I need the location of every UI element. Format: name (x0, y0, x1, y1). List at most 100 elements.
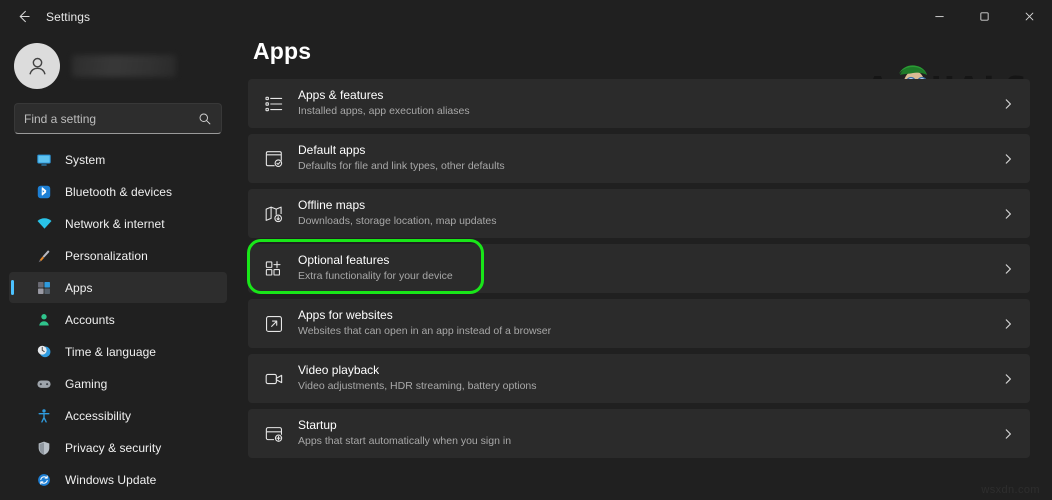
main-content: Apps A PUALS (236, 33, 1052, 500)
card-text: Apps for websites Websites that can open… (298, 308, 551, 339)
sidebar-item-network-internet[interactable]: Network & internet (9, 208, 227, 239)
map-download-icon (263, 203, 285, 225)
card-text: Video playback Video adjustments, HDR st… (298, 363, 537, 394)
card-text: Offline maps Downloads, storage location… (298, 198, 496, 229)
sidebar-item-label: Accounts (65, 313, 115, 327)
search-icon (198, 112, 212, 126)
sidebar-item-label: Gaming (65, 377, 107, 391)
search-input[interactable] (24, 112, 198, 126)
gamepad-icon (35, 375, 53, 393)
chevron-right-icon[interactable] (1002, 208, 1014, 220)
settings-window: Settings (0, 0, 1052, 500)
settings-card-default-apps[interactable]: Default apps Defaults for file and link … (248, 134, 1030, 183)
card-text: Default apps Defaults for file and link … (298, 143, 505, 174)
sidebar-item-label: System (65, 153, 105, 167)
sidebar-item-accessibility[interactable]: Accessibility (9, 400, 227, 431)
open-external-icon (263, 313, 285, 335)
sidebar-item-bluetooth-devices[interactable]: Bluetooth & devices (9, 176, 227, 207)
card-text: Apps & features Installed apps, app exec… (298, 88, 470, 119)
window-check-icon (263, 148, 285, 170)
chevron-right-icon[interactable] (1002, 373, 1014, 385)
apps-grid-icon (35, 279, 53, 297)
back-arrow-icon (16, 9, 31, 24)
sidebar-item-apps[interactable]: Apps (9, 272, 227, 303)
sidebar-item-privacy-security[interactable]: Privacy & security (9, 432, 227, 463)
grid-plus-icon (263, 258, 285, 280)
minimize-button[interactable] (917, 0, 962, 33)
chevron-right-icon[interactable] (1002, 428, 1014, 440)
settings-card-optional-features[interactable]: Optional features Extra functionality fo… (248, 244, 1030, 293)
card-subtitle: Websites that can open in an app instead… (298, 324, 551, 339)
card-title: Offline maps (298, 198, 496, 213)
sidebar-item-system[interactable]: System (9, 144, 227, 175)
sidebar-item-personalization[interactable]: Personalization (9, 240, 227, 271)
wifi-icon (35, 215, 53, 233)
sidebar-item-label: Network & internet (65, 217, 165, 231)
settings-card-offline-maps[interactable]: Offline maps Downloads, storage location… (248, 189, 1030, 238)
close-button[interactable] (1007, 0, 1052, 33)
sidebar-item-accounts[interactable]: Accounts (9, 304, 227, 335)
card-text: Startup Apps that start automatically wh… (298, 418, 511, 449)
title-bar: Settings (0, 0, 1052, 33)
clock-globe-icon (35, 343, 53, 361)
list-bullets-icon (263, 93, 285, 115)
card-subtitle: Defaults for file and link types, other … (298, 159, 505, 174)
accessibility-icon (35, 407, 53, 425)
paintbrush-icon (35, 247, 53, 265)
minimize-icon (934, 11, 945, 22)
window-plus-icon (263, 423, 285, 445)
sidebar-item-label: Privacy & security (65, 441, 161, 455)
card-title: Default apps (298, 143, 505, 158)
sidebar-item-label: Accessibility (65, 409, 131, 423)
person-icon (35, 311, 53, 329)
card-title: Apps for websites (298, 308, 551, 323)
settings-card-list: Apps & features Installed apps, app exec… (248, 79, 1030, 458)
sidebar-item-windows-update[interactable]: Windows Update (9, 464, 227, 495)
person-avatar-icon (24, 53, 51, 80)
body-split: System Bluetooth & devices (0, 33, 1052, 500)
sidebar-item-label: Windows Update (65, 473, 156, 487)
sidebar-item-label: Bluetooth & devices (65, 185, 172, 199)
video-camera-icon (263, 368, 285, 390)
maximize-icon (979, 11, 990, 22)
caption-buttons (917, 0, 1052, 33)
sidebar-item-time-language[interactable]: Time & language (9, 336, 227, 367)
search-box[interactable] (14, 103, 222, 134)
card-subtitle: Installed apps, app execution aliases (298, 104, 470, 119)
card-title: Video playback (298, 363, 537, 378)
settings-card-apps-for-websites[interactable]: Apps for websites Websites that can open… (248, 299, 1030, 348)
sidebar-item-label: Time & language (65, 345, 156, 359)
account-row[interactable] (9, 35, 227, 97)
maximize-button[interactable] (962, 0, 1007, 33)
chevron-right-icon[interactable] (1002, 98, 1014, 110)
card-title: Startup (298, 418, 511, 433)
sidebar-nav: System Bluetooth & devices (9, 144, 227, 495)
bluetooth-icon (35, 183, 53, 201)
card-text: Optional features Extra functionality fo… (298, 253, 453, 284)
back-button[interactable] (6, 4, 40, 30)
avatar (14, 43, 60, 89)
card-subtitle: Downloads, storage location, map updates (298, 214, 496, 229)
settings-card-startup[interactable]: Startup Apps that start automatically wh… (248, 409, 1030, 458)
sidebar-item-gaming[interactable]: Gaming (9, 368, 227, 399)
settings-card-video-playback[interactable]: Video playback Video adjustments, HDR st… (248, 354, 1030, 403)
card-subtitle: Extra functionality for your device (298, 269, 453, 284)
shield-icon (35, 439, 53, 457)
window-title: Settings (46, 10, 90, 24)
sidebar-item-label: Personalization (65, 249, 148, 263)
chevron-right-icon[interactable] (1002, 318, 1014, 330)
sidebar-item-label: Apps (65, 281, 93, 295)
chevron-right-icon[interactable] (1002, 153, 1014, 165)
close-icon (1024, 11, 1035, 22)
card-subtitle: Video adjustments, HDR streaming, batter… (298, 379, 537, 394)
card-subtitle: Apps that start automatically when you s… (298, 434, 511, 449)
update-refresh-icon (35, 471, 53, 489)
card-title: Optional features (298, 253, 453, 268)
chevron-right-icon[interactable] (1002, 263, 1014, 275)
account-name-redacted (72, 55, 176, 77)
card-title: Apps & features (298, 88, 470, 103)
sidebar: System Bluetooth & devices (0, 33, 236, 500)
monitor-icon (35, 151, 53, 169)
page-title: Apps (253, 38, 1030, 65)
settings-card-apps-features[interactable]: Apps & features Installed apps, app exec… (248, 79, 1030, 128)
